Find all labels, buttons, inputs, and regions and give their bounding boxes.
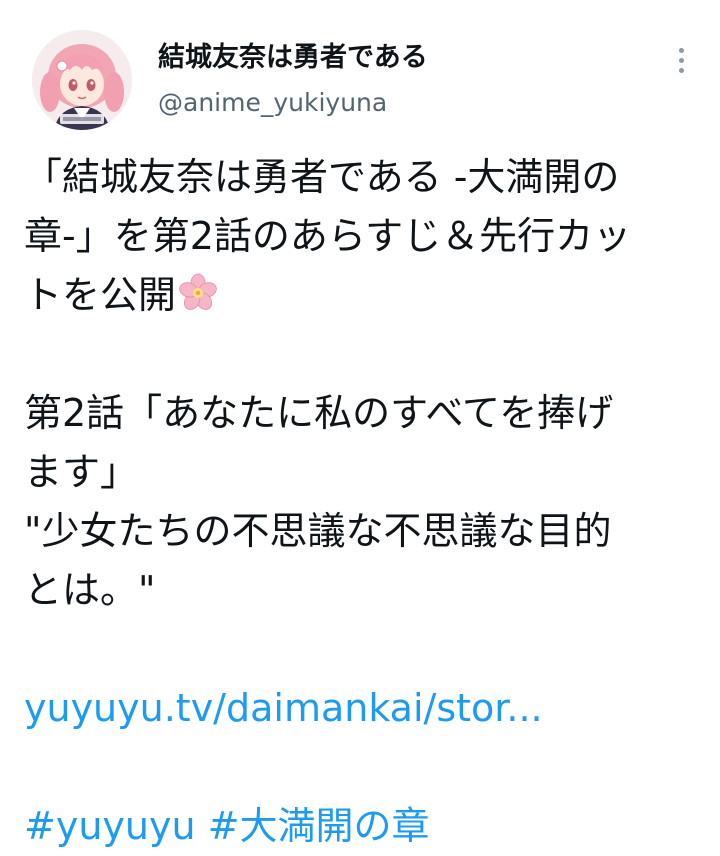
author-display-name[interactable]: 結城友奈は勇者である [158, 40, 428, 76]
anime-character-avatar-icon [32, 30, 132, 130]
tweet-text-line: ます」 [24, 450, 139, 494]
hashtag-daimankai[interactable]: #大満開の章 [208, 804, 430, 848]
tweet-text-line: 第2話「あなたに私のすべてを捧げ [24, 391, 614, 435]
author-handle[interactable]: @anime_yukiyuna [158, 86, 387, 120]
tweet-text-line-with-emoji: トを公開 [24, 266, 704, 325]
more-options-button[interactable] [664, 40, 698, 80]
avatar[interactable] [32, 30, 132, 130]
tweet-text-line: "少女たちの不思議な不思議な目的 [24, 509, 612, 553]
more-vertical-icon [678, 57, 684, 63]
tweet-text-line: とは。" [24, 568, 156, 612]
more-vertical-icon [678, 67, 684, 73]
more-vertical-icon [678, 47, 684, 53]
tweet: 結城友奈は勇者である @anime_yukiyuna 「結城友奈は勇者である -… [0, 0, 720, 853]
tweet-link[interactable]: yuyuyu.tv/daimankai/stor... [24, 686, 543, 730]
hashtag-yuyuyu[interactable]: #yuyuyu [24, 804, 196, 848]
tweet-text-line: 「結城友奈は勇者である -大満開の [24, 155, 620, 199]
hashtag-line: #yuyuyu #大満開の章 [24, 797, 704, 856]
tweet-text-line: トを公開 [24, 273, 177, 317]
tweet-link-line: yuyuyu.tv/daimankai/stor... [24, 679, 704, 738]
tweet-text: 「結城友奈は勇者である -大満開の 章-」を第2話のあらすじ＆先行カッ トを公開 [24, 148, 704, 856]
tweet-text-line: 章-」を第2話のあらすじ＆先行カッ [24, 214, 632, 258]
cherry-blossom-icon [178, 271, 218, 311]
